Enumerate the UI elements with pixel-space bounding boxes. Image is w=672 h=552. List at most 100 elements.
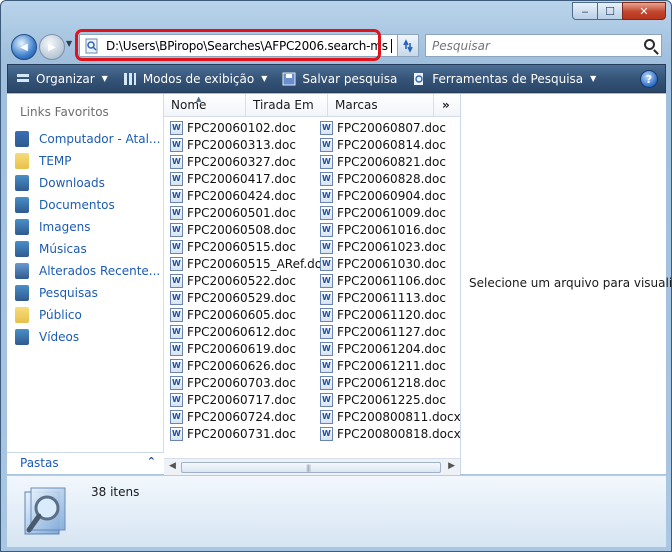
sidebar-item[interactable]: Documentos — [15, 194, 161, 216]
file-item[interactable]: FPC20060814.doc — [320, 136, 461, 153]
horizontal-scrollbar[interactable]: ◀ ||| ▶ — [164, 458, 460, 475]
file-item[interactable]: FPC20060828.doc — [320, 170, 461, 187]
file-item[interactable]: FPC20060508.doc — [170, 221, 329, 238]
file-item[interactable]: FPC200800811.docx — [320, 408, 461, 425]
file-item[interactable]: FPC20061023.doc — [320, 238, 461, 255]
file-item[interactable]: FPC20060102.doc — [170, 119, 329, 136]
file-item[interactable]: FPC20060327.doc — [170, 153, 329, 170]
file-item[interactable]: FPC20061113.doc — [320, 289, 461, 306]
file-name: FPC20061120.doc — [337, 307, 446, 322]
recent-pages-dropdown[interactable]: ▼ — [66, 39, 72, 48]
file-item[interactable]: FPC20060619.doc — [170, 340, 329, 357]
forward-button[interactable]: ▶ — [39, 34, 65, 60]
file-name: FPC20060327.doc — [187, 154, 296, 169]
refresh-button[interactable] — [397, 34, 419, 57]
file-name: FPC20060904.doc — [337, 188, 446, 203]
file-item[interactable]: FPC20061127.doc — [320, 323, 461, 340]
file-item[interactable]: FPC20060501.doc — [170, 204, 329, 221]
minimize-button[interactable]: ‒ — [572, 2, 598, 20]
more-columns-button[interactable]: » — [434, 94, 460, 117]
column-header-tags[interactable]: Marcas — [328, 94, 434, 117]
word-document-icon — [320, 426, 333, 441]
word-document-icon — [170, 239, 183, 254]
computer-icon — [15, 131, 29, 147]
scroll-right-arrow-icon[interactable]: ▶ — [448, 461, 455, 471]
address-bar[interactable]: D:\Users\BPiropo\Searches\AFPC2006.searc… — [79, 34, 419, 57]
sidebar-item[interactable]: Pesquisas — [15, 282, 161, 304]
scrollbar-thumb[interactable]: ||| — [181, 462, 441, 473]
sidebar-item[interactable]: Músicas — [15, 238, 161, 260]
back-button[interactable]: ◀ — [11, 34, 37, 60]
column-header-name[interactable]: ▲ Nome — [164, 94, 246, 117]
file-item[interactable]: FPC20061016.doc — [320, 221, 461, 238]
sidebar-item[interactable]: Downloads — [15, 172, 161, 194]
file-item[interactable]: FPC20060724.doc — [170, 408, 329, 425]
search-icon[interactable] — [644, 39, 655, 50]
column-header-taken-on[interactable]: Tirada Em — [246, 94, 328, 117]
folders-toggle[interactable]: Pastas ⌃ — [7, 452, 164, 474]
file-column-left: FPC20060102.doc FPC20060313.doc FPC2006032… — [170, 119, 329, 442]
file-item[interactable]: FPC20060626.doc — [170, 357, 329, 374]
chevron-up-icon: ⌃ — [146, 455, 156, 468]
word-document-icon — [320, 171, 333, 186]
word-document-icon — [170, 188, 183, 203]
file-item[interactable]: FPC20060515_ARef.doc — [170, 255, 329, 272]
file-name: FPC20060619.doc — [187, 341, 296, 356]
sidebar-item[interactable]: Computador - Atal... — [15, 128, 161, 150]
file-item[interactable]: FPC20061204.doc — [320, 340, 461, 357]
file-item[interactable]: FPC20061106.doc — [320, 272, 461, 289]
file-item[interactable]: FPC20060313.doc — [170, 136, 329, 153]
file-item[interactable]: FPC20060515.doc — [170, 238, 329, 255]
file-item[interactable]: FPC20060821.doc — [320, 153, 461, 170]
file-item[interactable]: FPC20060417.doc — [170, 170, 329, 187]
file-item[interactable]: FPC20061211.doc — [320, 357, 461, 374]
file-item[interactable]: FPC20060605.doc — [170, 306, 329, 323]
file-item[interactable]: FPC20060612.doc — [170, 323, 329, 340]
word-document-icon — [320, 273, 333, 288]
file-item[interactable]: FPC20060529.doc — [170, 289, 329, 306]
save-search-button[interactable]: Salvar pesquisa — [274, 65, 404, 92]
file-item[interactable]: FPC20061120.doc — [320, 306, 461, 323]
file-name: FPC20060508.doc — [187, 222, 296, 237]
file-name: FPC20060821.doc — [337, 154, 446, 169]
file-item[interactable]: FPC20060717.doc — [170, 391, 329, 408]
file-item[interactable]: FPC20061009.doc — [320, 204, 461, 221]
word-document-icon — [170, 290, 183, 305]
word-document-icon — [320, 120, 333, 135]
address-path[interactable]: D:\Users\BPiropo\Searches\AFPC2006.searc… — [106, 39, 388, 53]
sidebar-item[interactable]: Alterados Recente... — [15, 260, 161, 282]
file-item[interactable]: FPC20061225.doc — [320, 391, 461, 408]
search-tools-menu[interactable]: Ferramentas de Pesquisa ▼ — [404, 65, 603, 92]
file-item[interactable]: FPC20061030.doc — [320, 255, 461, 272]
file-name: FPC20061113.doc — [337, 290, 446, 305]
search-box[interactable] — [425, 34, 662, 57]
file-item[interactable]: FPC20060731.doc — [170, 425, 329, 442]
sidebar-item-label: Computador - Atal... — [39, 132, 161, 146]
file-item[interactable]: FPC20061218.doc — [320, 374, 461, 391]
help-icon[interactable]: ? — [640, 70, 658, 88]
search-input[interactable] — [432, 38, 632, 53]
sidebar-item[interactable]: Público — [15, 304, 161, 326]
videos-folder-icon — [15, 329, 29, 345]
file-item[interactable]: FPC20060703.doc — [170, 374, 329, 391]
views-menu[interactable]: Modos de exibição ▼ — [115, 65, 275, 92]
close-button[interactable]: ✕ — [622, 2, 666, 20]
word-document-icon — [320, 392, 333, 407]
word-document-icon — [170, 137, 183, 152]
scroll-left-arrow-icon[interactable]: ◀ — [169, 461, 176, 471]
sidebar-item[interactable]: Imagens — [15, 216, 161, 238]
sidebar-item[interactable]: Vídeos — [15, 326, 161, 348]
downloads-folder-icon — [15, 175, 29, 191]
file-item[interactable]: FPC20060522.doc — [170, 272, 329, 289]
views-label: Modos de exibição — [142, 71, 255, 86]
file-item[interactable]: FPC200800818.docx — [320, 425, 461, 442]
command-toolbar: Organizar ▼ Modos de exibição ▼ Salvar p… — [7, 64, 666, 93]
file-item[interactable]: FPC20060904.doc — [320, 187, 461, 204]
file-item[interactable]: FPC20060807.doc — [320, 119, 461, 136]
file-item[interactable]: FPC20060424.doc — [170, 187, 329, 204]
organize-menu[interactable]: Organizar ▼ — [8, 65, 115, 92]
sidebar-item[interactable]: TEMP — [15, 150, 161, 172]
refresh-icon — [403, 38, 413, 53]
file-name: FPC20061106.doc — [337, 273, 446, 288]
maximize-button[interactable]: ☐ — [597, 2, 623, 20]
